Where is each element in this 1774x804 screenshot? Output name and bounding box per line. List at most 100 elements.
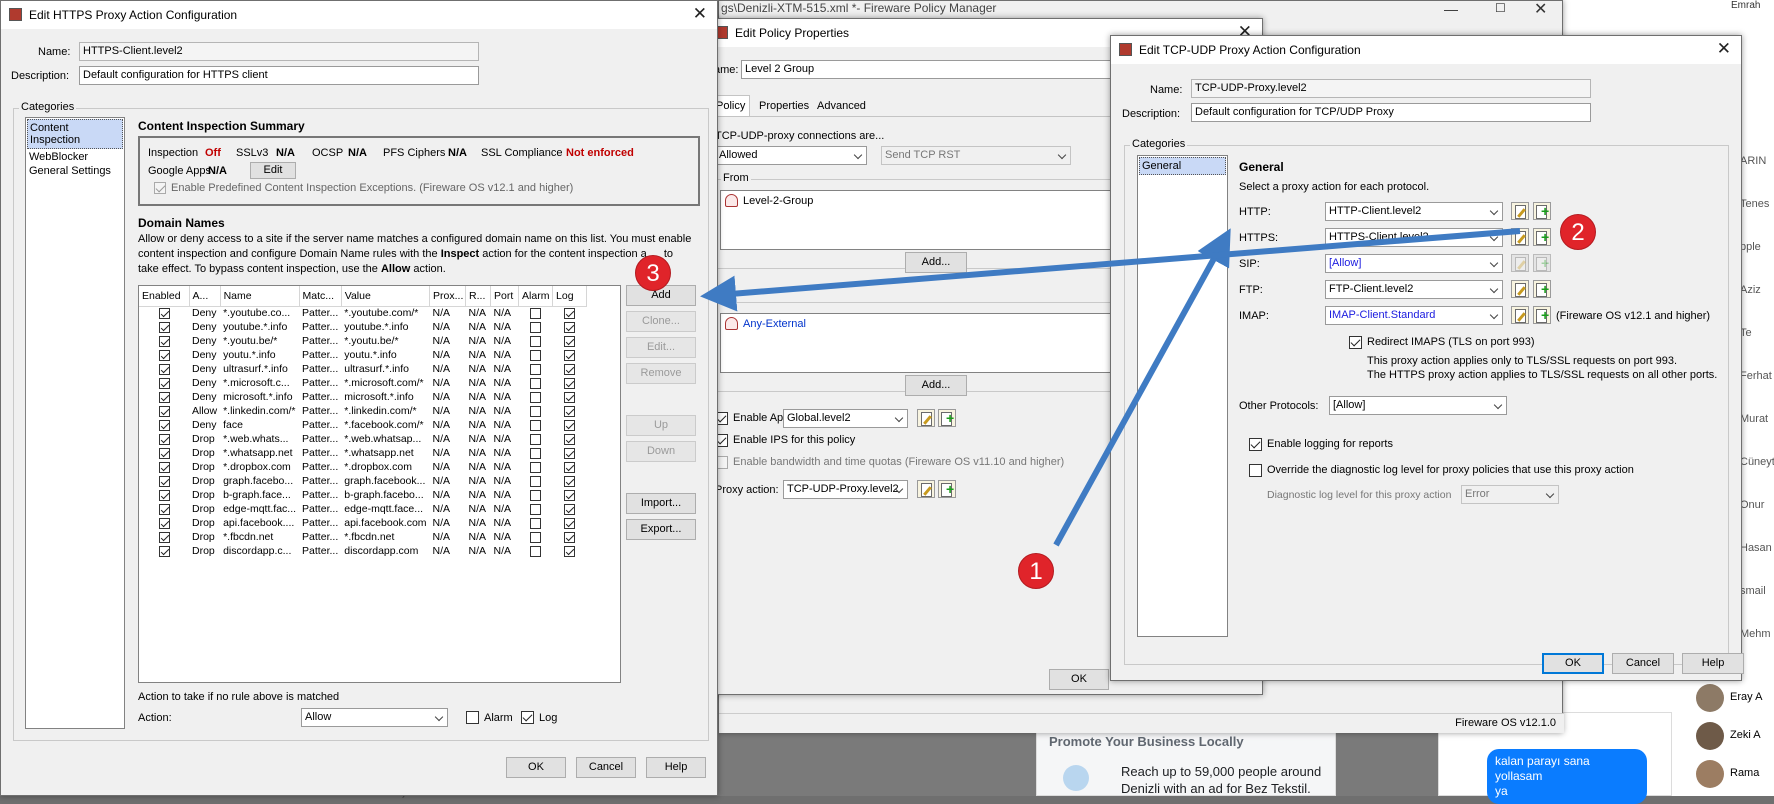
description-field[interactable]: Default configuration for HTTPS client <box>79 66 479 85</box>
https-help-button[interactable]: Help <box>646 757 706 778</box>
row-log-checkbox[interactable] <box>564 377 576 389</box>
row-log-checkbox[interactable] <box>564 307 576 319</box>
app-control-select[interactable]: Global.level2 <box>783 409 908 428</box>
from-item[interactable]: Level-2-Group <box>743 195 813 207</box>
https-select[interactable]: HTTPS-Client.level2 <box>1325 228 1503 247</box>
column-header[interactable]: Matc... <box>299 286 342 307</box>
row-log-checkbox[interactable] <box>564 433 576 445</box>
category-content-inspection[interactable]: Content Inspection <box>27 119 123 149</box>
table-row[interactable]: Drop *.web.whats... Patter... *.web.whatsap… <box>139 432 587 446</box>
category-general-settings[interactable]: General Settings <box>26 164 124 178</box>
http-select[interactable]: HTTP-Client.level2 <box>1325 202 1503 221</box>
table-row[interactable]: Drop b-graph.face... Patter... b-graph.face… <box>139 488 587 502</box>
row-enabled-checkbox[interactable] <box>158 461 170 473</box>
exceptions-checkbox[interactable] <box>154 182 166 194</box>
row-alarm-checkbox[interactable] <box>530 405 542 417</box>
table-row[interactable]: Drop edge-mqtt.fac... Patter... edge-mqtt.f… <box>139 502 587 516</box>
row-enabled-checkbox[interactable] <box>158 433 170 445</box>
https-ok-button[interactable]: OK <box>506 757 566 778</box>
row-log-checkbox[interactable] <box>564 517 576 529</box>
https-add-icon[interactable] <box>1533 228 1551 246</box>
side-name[interactable]: Mehm <box>1740 613 1774 656</box>
table-row[interactable]: Drop graph.facebo... Patter... graph.facebo… <box>139 474 587 488</box>
up-button[interactable]: Up <box>626 415 696 436</box>
row-enabled-checkbox[interactable] <box>158 377 170 389</box>
column-header[interactable]: Name <box>220 286 300 307</box>
row-log-checkbox[interactable] <box>564 321 576 333</box>
imap-add-icon[interactable] <box>1533 306 1551 324</box>
ftp-add-icon[interactable] <box>1533 280 1551 298</box>
table-row[interactable]: Drop *.whatsapp.net Patter... *.whatsapp.ne… <box>139 446 587 460</box>
row-log-checkbox[interactable] <box>564 461 576 473</box>
side-name[interactable]: Aziz Te <box>1740 269 1774 355</box>
logging-checkbox[interactable] <box>1249 438 1262 451</box>
close-icon[interactable]: ✕ <box>693 4 707 24</box>
row-enabled-checkbox[interactable] <box>158 503 170 515</box>
no-match-action-select[interactable]: Allow <box>301 708 448 727</box>
column-header[interactable]: R... <box>465 286 492 307</box>
sip-edit-icon[interactable] <box>1511 254 1529 272</box>
tcp-cancel-button[interactable]: Cancel <box>1612 653 1674 674</box>
row-alarm-checkbox[interactable] <box>530 475 542 487</box>
side-name[interactable]: Ferhat <box>1740 355 1774 398</box>
import-button[interactable]: Import... <box>626 493 696 514</box>
tab-properties[interactable]: Properties <box>755 98 813 114</box>
row-enabled-checkbox[interactable] <box>158 391 170 403</box>
row-alarm-checkbox[interactable] <box>530 307 542 319</box>
row-alarm-checkbox[interactable] <box>530 335 542 347</box>
row-log-checkbox[interactable] <box>564 503 576 515</box>
https-edit-icon[interactable] <box>1511 228 1529 246</box>
column-header[interactable]: Log <box>552 286 588 307</box>
chat-contact[interactable]: Rama <box>1696 756 1774 794</box>
row-alarm-checkbox[interactable] <box>530 349 542 361</box>
chat-contact[interactable]: Zeki A <box>1696 718 1774 756</box>
chat-contact[interactable]: Eray A <box>1696 680 1774 718</box>
row-log-checkbox[interactable] <box>564 405 576 417</box>
imap-select[interactable]: IMAP-Client.Standard <box>1325 306 1503 325</box>
proxy-edit-icon[interactable] <box>917 480 935 498</box>
row-alarm-checkbox[interactable] <box>530 531 542 543</box>
row-log-checkbox[interactable] <box>564 447 576 459</box>
row-enabled-checkbox[interactable] <box>158 405 170 417</box>
category-general[interactable]: General <box>1139 157 1226 175</box>
side-name[interactable]: pple <box>1740 226 1774 269</box>
clone-button[interactable]: Clone... <box>626 311 696 332</box>
row-log-checkbox[interactable] <box>564 335 576 347</box>
proxy-action-select[interactable]: TCP-UDP-Proxy.level2 <box>783 480 908 499</box>
row-alarm-checkbox[interactable] <box>530 503 542 515</box>
row-log-checkbox[interactable] <box>564 363 576 375</box>
row-enabled-checkbox[interactable] <box>158 307 170 319</box>
column-header[interactable]: Alarm <box>518 286 554 307</box>
row-log-checkbox[interactable] <box>564 349 576 361</box>
row-alarm-checkbox[interactable] <box>530 489 542 501</box>
row-enabled-checkbox[interactable] <box>158 321 170 333</box>
proxy-add-icon[interactable] <box>938 480 956 498</box>
row-alarm-checkbox[interactable] <box>530 419 542 431</box>
domain-table[interactable]: Enabled A... Name Matc... Value Prox... R... Po… <box>138 285 621 683</box>
https-cancel-button[interactable]: Cancel <box>576 757 636 778</box>
row-alarm-checkbox[interactable] <box>530 391 542 403</box>
table-row[interactable]: Deny youtu.*.info Patter... youtu.*.info N/A… <box>139 348 587 362</box>
row-enabled-checkbox[interactable] <box>158 349 170 361</box>
row-alarm-checkbox[interactable] <box>530 377 542 389</box>
categories-list[interactable]: General <box>1137 155 1228 637</box>
table-row[interactable]: Deny *.microsoft.c... Patter... *.microsoft… <box>139 376 587 390</box>
side-name[interactable]: Hasan <box>1740 527 1774 570</box>
no-match-log-checkbox[interactable] <box>521 711 534 724</box>
side-name[interactable]: Tenes <box>1740 183 1774 226</box>
row-enabled-checkbox[interactable] <box>158 531 170 543</box>
diag-select[interactable]: Error <box>1461 485 1559 504</box>
tab-advanced[interactable]: Advanced <box>813 98 870 114</box>
table-row[interactable]: Drop discordapp.c... Patter... discordapp.c… <box>139 544 587 558</box>
row-enabled-checkbox[interactable] <box>158 419 170 431</box>
row-enabled-checkbox[interactable] <box>158 335 170 347</box>
side-name[interactable]: ARIN <box>1740 140 1774 183</box>
column-header[interactable]: Enabled <box>139 286 190 307</box>
sip-add-icon[interactable] <box>1533 254 1551 272</box>
side-name[interactable]: Onur <box>1740 484 1774 527</box>
from-add-button[interactable]: Add... <box>905 252 967 273</box>
row-alarm-checkbox[interactable] <box>530 545 542 557</box>
export-button[interactable]: Export... <box>626 519 696 540</box>
edit-button[interactable]: Edit... <box>626 337 696 358</box>
row-alarm-checkbox[interactable] <box>530 321 542 333</box>
